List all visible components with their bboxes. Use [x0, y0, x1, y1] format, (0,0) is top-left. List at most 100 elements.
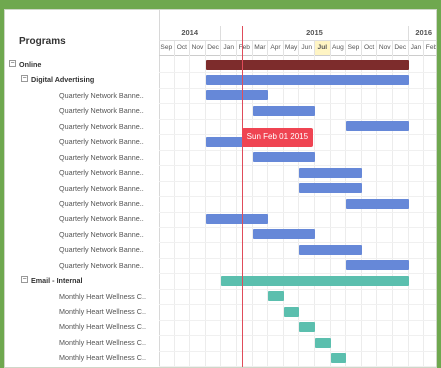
tree-item-row[interactable]: Quarterly Network Banne..	[5, 119, 159, 134]
task-bar[interactable]	[346, 260, 409, 271]
month-label: Nov	[190, 41, 206, 55]
timeline-area[interactable]: 2014 2015 2016 Sep Oct Nov Dec Jan Feb Mar Apr May…	[159, 10, 436, 367]
tree-item-row[interactable]: Monthly Heart Wellness C..	[5, 335, 159, 350]
tree-item-row[interactable]: Quarterly Network Banne..	[5, 150, 159, 165]
month-label: Sep	[159, 41, 175, 55]
task-bar[interactable]	[299, 322, 315, 333]
task-bar[interactable]	[252, 152, 315, 163]
row-label: Digital Advertising	[31, 75, 95, 85]
grid-row-line	[159, 211, 436, 213]
row-label: Quarterly Network Banne..	[59, 260, 144, 270]
grid-row-line	[159, 149, 436, 151]
row-label: Monthly Heart Wellness C..	[59, 353, 146, 363]
tree-item-row[interactable]: Quarterly Network Banne..	[5, 134, 159, 149]
row-label: Quarterly Network Banne..	[59, 137, 144, 147]
grid-row-line	[159, 196, 436, 198]
year-label: 2016	[409, 26, 436, 40]
grid-row-line	[159, 103, 436, 105]
collapse-icon[interactable]: −	[21, 276, 28, 284]
task-bar[interactable]	[252, 105, 315, 116]
task-bar[interactable]	[205, 59, 409, 70]
gantt-chart: Programs − Online − Digital Advertising Quar…	[4, 9, 437, 368]
month-label: Aug	[331, 41, 347, 55]
grid-row-line	[159, 319, 436, 321]
grid-row-line	[159, 335, 436, 337]
year-header: 2014 2015 2016	[159, 26, 436, 40]
row-label: Quarterly Network Banne..	[59, 168, 144, 178]
tree-item-row[interactable]: Monthly Heart Wellness C..	[5, 289, 159, 304]
tree-item-row[interactable]: Quarterly Network Banne..	[5, 211, 159, 226]
row-label: Quarterly Network Banne..	[59, 90, 144, 100]
tree-item-row[interactable]: Quarterly Network Banne..	[5, 103, 159, 118]
row-label: Quarterly Network Banne..	[59, 198, 144, 208]
month-label: May	[284, 41, 300, 55]
task-bar[interactable]	[205, 214, 269, 224]
task-bar[interactable]	[299, 167, 362, 178]
tree-item-row[interactable]: Quarterly Network Banne..	[5, 181, 159, 196]
task-bar[interactable]	[346, 121, 409, 132]
month-label: Jan	[409, 41, 425, 55]
row-label: Quarterly Network Banne..	[59, 106, 144, 116]
task-bar[interactable]	[299, 183, 362, 194]
collapse-icon[interactable]: −	[9, 60, 16, 67]
grid-row-line	[159, 118, 436, 120]
task-bar[interactable]	[205, 90, 269, 101]
tree-group-row[interactable]: − Digital Advertising	[5, 72, 159, 87]
grid-row-line	[159, 288, 436, 290]
month-label: Apr	[268, 41, 284, 55]
date-tooltip: Sun Feb 01 2015	[241, 128, 314, 148]
row-label: Quarterly Network Banne..	[59, 245, 144, 255]
year-label: 2015	[221, 26, 409, 40]
task-bar[interactable]	[330, 353, 347, 364]
collapse-icon[interactable]: −	[21, 75, 28, 83]
month-header: Sep Oct Nov Dec Jan Feb Mar Apr May Jun Jul Aug Sep O…	[159, 40, 436, 56]
grid-row-line	[159, 257, 436, 259]
grid-row-line	[159, 226, 436, 228]
tree-item-row[interactable]: Quarterly Network Banne..	[5, 165, 159, 180]
year-label: 2014	[159, 26, 222, 40]
row-label: Quarterly Network Banne..	[59, 152, 144, 162]
month-label: Feb	[424, 41, 436, 55]
task-bar[interactable]	[283, 306, 300, 317]
tree-item-row[interactable]: Monthly Heart Wellness C..	[5, 350, 159, 365]
task-bar[interactable]	[205, 74, 409, 85]
row-label: Email - Internal	[31, 276, 83, 286]
grid-row-line	[159, 366, 436, 367]
tree-item-row[interactable]: Quarterly Network Banne..	[5, 88, 159, 103]
tree-item-row[interactable]: Quarterly Network Banne..	[5, 242, 159, 257]
month-label: Jan	[221, 41, 237, 55]
month-label: Dec	[206, 41, 222, 55]
month-label: Oct	[362, 41, 378, 55]
grid-row-line	[159, 350, 436, 352]
row-label: Quarterly Network Banne..	[59, 229, 144, 239]
tree-group-row[interactable]: − Email - Internal	[5, 273, 159, 288]
month-label: Jun	[299, 41, 315, 55]
grid-row-line	[159, 180, 436, 182]
row-label: Quarterly Network Banne..	[59, 121, 144, 131]
task-bar[interactable]	[268, 291, 284, 302]
task-bar[interactable]	[221, 275, 409, 286]
grid-row-line	[159, 165, 436, 167]
tree-item-row[interactable]: Quarterly Network Banne..	[5, 196, 159, 211]
row-label: Monthly Heart Wellness C..	[59, 307, 146, 316]
month-label: Mar	[253, 41, 269, 55]
task-bar[interactable]	[346, 198, 409, 209]
grid-row-line	[159, 72, 436, 74]
program-tree: − Online − Digital Advertising Quarterly Net…	[5, 57, 159, 366]
tree-item-row[interactable]: Quarterly Network Banne..	[5, 227, 159, 242]
task-bar[interactable]	[299, 244, 362, 255]
month-label: Oct	[175, 41, 191, 55]
task-bar[interactable]	[315, 337, 331, 348]
month-label: Nov	[377, 41, 393, 55]
today-marker-line	[241, 26, 243, 367]
month-label: Feb	[237, 41, 253, 55]
tree-group-row[interactable]: − Online	[5, 57, 159, 72]
tree-item-row[interactable]: Monthly Heart Wellness C..	[5, 319, 159, 334]
tree-item-row[interactable]: Quarterly Network Banne..	[5, 258, 159, 273]
tree-item-row[interactable]: Monthly Heart Wellness C..	[5, 304, 159, 319]
panel-title: Programs	[19, 36, 66, 47]
month-label: Sep	[346, 41, 362, 55]
grid-row-line	[159, 242, 436, 244]
task-bar[interactable]	[252, 229, 315, 240]
grid-row-line	[159, 87, 436, 89]
